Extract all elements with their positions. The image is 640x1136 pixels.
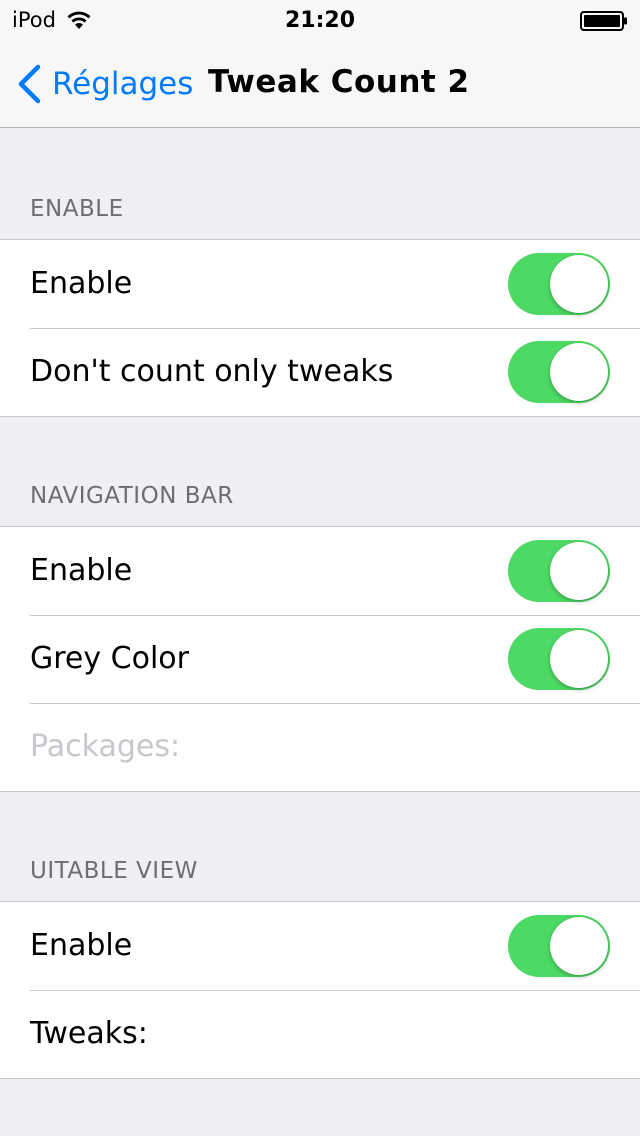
row-navbar-enable: Enable xyxy=(0,527,640,615)
group-navigation-bar: Enable Grey Color Packages: xyxy=(0,526,640,792)
section-header-uitable-view: UITABLE VIEW xyxy=(30,858,198,884)
navbar-enable-toggle[interactable] xyxy=(508,540,610,602)
group-uitable-view: Enable Tweaks: xyxy=(0,901,640,1079)
tableview-enable-toggle[interactable] xyxy=(508,915,610,977)
row-label: Enable xyxy=(30,928,133,963)
row-tableview-enable: Enable xyxy=(0,902,640,990)
row-tweaks: Tweaks: xyxy=(0,990,640,1078)
chevron-left-icon xyxy=(18,64,41,104)
section-header-navigation-bar: NAVIGATION BAR xyxy=(30,483,234,509)
status-clock: 21:20 xyxy=(284,8,356,33)
back-button[interactable]: Réglages xyxy=(16,62,193,106)
row-label: Don't count only tweaks xyxy=(30,354,394,389)
tweaks-label: Tweaks: xyxy=(30,1016,148,1051)
navigation-bar: Réglages Tweak Count 2 xyxy=(0,40,640,128)
grey-color-toggle[interactable] xyxy=(508,628,610,690)
dont-count-only-tweaks-toggle[interactable] xyxy=(508,341,610,403)
row-enable: Enable xyxy=(0,240,640,328)
battery-icon xyxy=(580,11,627,31)
toggle-knob xyxy=(550,630,608,688)
back-button-label: Réglages xyxy=(52,66,194,102)
page-title: Tweak Count 2 xyxy=(208,64,470,100)
toggle-knob xyxy=(550,542,608,600)
status-bar: iPod 21:20 xyxy=(0,0,640,40)
enable-toggle[interactable] xyxy=(508,253,610,315)
toggle-knob xyxy=(550,255,608,313)
toggle-knob xyxy=(550,343,608,401)
section-header-enable: ENABLE xyxy=(30,196,124,222)
toggle-knob xyxy=(550,917,608,975)
group-enable: Enable Don't count only tweaks xyxy=(0,239,640,417)
row-label: Grey Color xyxy=(30,641,189,676)
row-label: Enable xyxy=(30,266,133,301)
row-dont-count-only-tweaks: Don't count only tweaks xyxy=(0,328,640,416)
row-packages-input[interactable]: Packages: xyxy=(0,703,640,791)
row-grey-color: Grey Color xyxy=(0,615,640,703)
row-label: Enable xyxy=(30,553,133,588)
packages-input[interactable]: Packages: xyxy=(30,703,180,791)
